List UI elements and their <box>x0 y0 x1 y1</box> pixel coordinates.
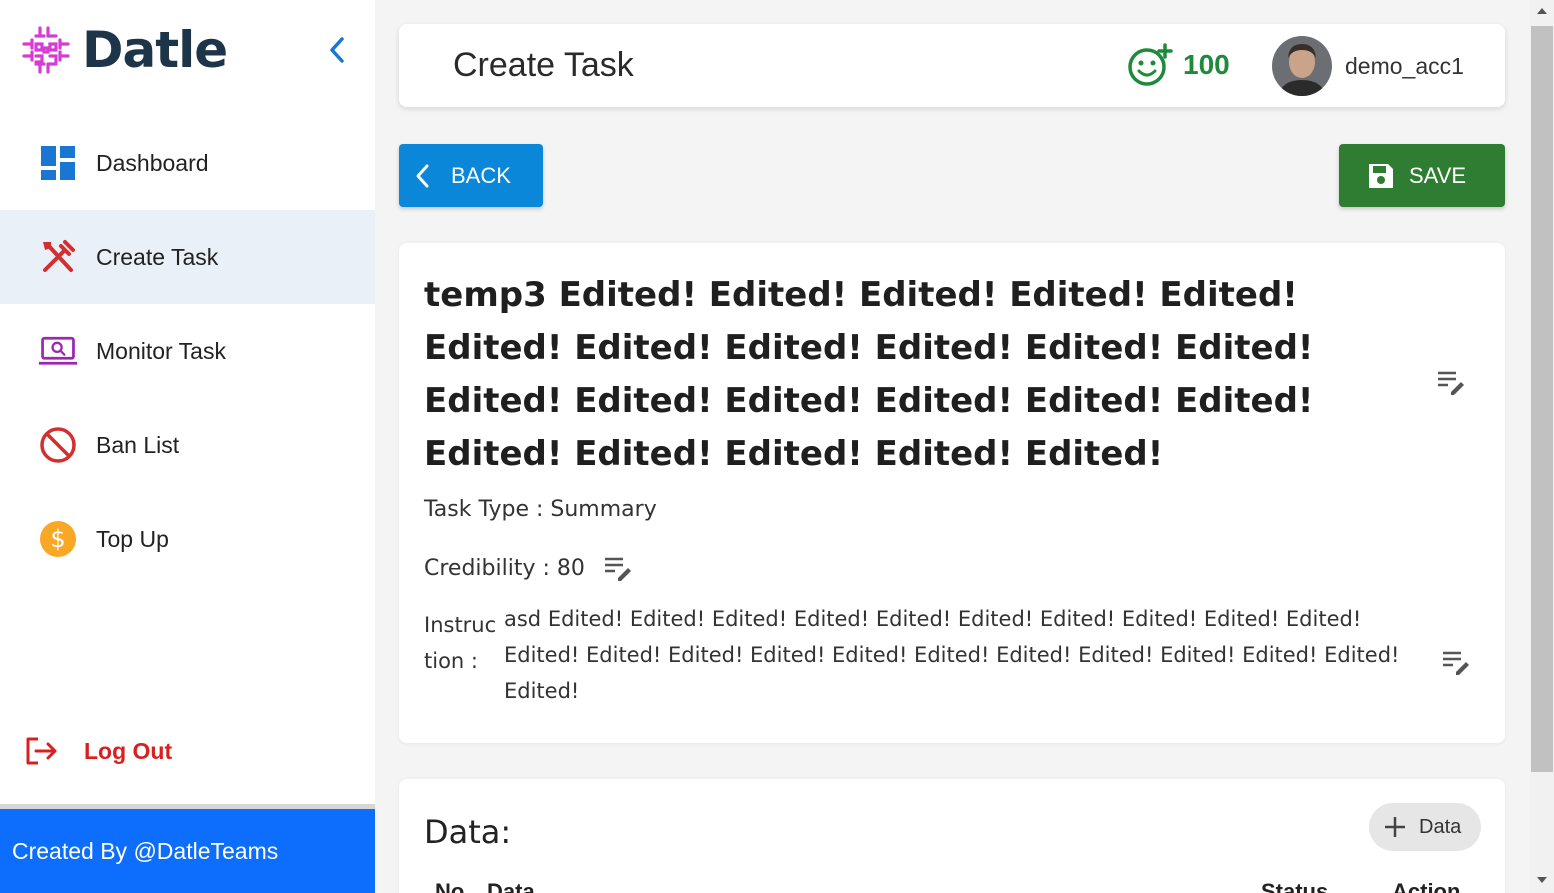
collapse-sidebar-button[interactable] <box>322 32 352 68</box>
logo-text: Datle <box>82 21 228 79</box>
floppy-disk-icon <box>1369 163 1393 188</box>
data-section-title: Data: <box>424 813 512 851</box>
credibility-row: Credibility : 80 <box>424 551 635 585</box>
chevron-left-icon <box>330 37 344 63</box>
avatar[interactable] <box>1272 36 1332 96</box>
sidebar-item-create-task[interactable]: Create Task <box>0 210 375 304</box>
credit-counter: 100 <box>1127 42 1230 88</box>
tools-icon <box>38 237 78 277</box>
back-label: BACK <box>451 162 511 188</box>
column-header-no: No <box>435 879 465 893</box>
scroll-thumb[interactable] <box>1531 26 1553 772</box>
instruction-label: Instruction : <box>424 607 504 679</box>
sidebar-nav: Dashboard Create Task Monitor Task Ban L… <box>0 116 375 586</box>
monitor-icon <box>38 331 78 371</box>
chevron-left-icon <box>416 164 429 187</box>
add-data-label: Data <box>1419 815 1462 838</box>
page-scrollbar[interactable] <box>1530 0 1554 893</box>
credit-value: 100 <box>1183 49 1230 80</box>
save-button[interactable]: SAVE <box>1339 144 1505 207</box>
svg-text:$: $ <box>50 525 65 553</box>
edit-instruction-icon[interactable] <box>1439 645 1473 679</box>
logout-label: Log Out <box>84 737 173 764</box>
sidebar-item-label: Dashboard <box>96 149 209 176</box>
dashboard-icon <box>38 143 78 183</box>
instruction-label-text: Instruction : <box>424 613 497 673</box>
user-avatar-image <box>1272 36 1332 96</box>
scroll-up-arrow-icon[interactable] <box>1537 8 1547 14</box>
sidebar-item-label: Monitor Task <box>96 337 226 364</box>
instruction-text: asd Edited! Edited! Edited! Edited! Edit… <box>504 607 1400 703</box>
sidebar-item-label: Top Up <box>96 525 169 552</box>
sidebar-item-label: Create Task <box>96 243 219 270</box>
sidebar-item-ban-list[interactable]: Ban List <box>0 398 375 492</box>
data-section-card: Data: Data No Data Status Action <box>399 779 1505 893</box>
column-header-data: Data <box>487 879 535 893</box>
save-label: SAVE <box>1409 162 1467 188</box>
ban-icon <box>38 425 78 465</box>
app-logo[interactable]: Datle <box>18 20 228 80</box>
plus-icon <box>1385 817 1405 837</box>
scroll-down-arrow-icon[interactable] <box>1537 877 1547 883</box>
task-type: Task Type : Summary <box>424 497 657 522</box>
logout-icon <box>26 737 57 765</box>
footer-text: Created By @DatleTeams <box>12 837 279 864</box>
sidebar-item-monitor-task[interactable]: Monitor Task <box>0 304 375 398</box>
sidebar: Datle Dashboard Create Task Monitor Task… <box>0 0 375 893</box>
task-detail-card: temp3 Edited! Edited! Edited! Edited! Ed… <box>399 243 1505 743</box>
sidebar-item-top-up[interactable]: $ Top Up <box>0 492 375 586</box>
logout-button[interactable]: Log Out <box>24 736 172 766</box>
edit-title-icon[interactable] <box>1434 365 1468 399</box>
task-title: temp3 Edited! Edited! Edited! Edited! Ed… <box>424 275 1314 474</box>
page-title: Create Task <box>453 46 634 84</box>
dollar-icon: $ <box>38 519 78 559</box>
edit-credibility-icon[interactable] <box>601 551 635 585</box>
column-header-status: Status <box>1261 879 1329 893</box>
add-data-button[interactable]: Data <box>1369 803 1481 851</box>
sidebar-footer: Created By @DatleTeams <box>0 809 375 893</box>
sidebar-item-label: Ban List <box>96 431 180 458</box>
smiley-plus-icon <box>1128 43 1173 86</box>
back-button[interactable]: BACK <box>399 144 543 207</box>
sidebar-item-dashboard[interactable]: Dashboard <box>0 116 375 210</box>
credibility-value: Credibility : 80 <box>424 555 585 581</box>
column-header-action: Action <box>1392 879 1461 893</box>
logo-icon <box>22 26 70 74</box>
top-header: Create Task 100 demo_acc1 <box>399 24 1505 107</box>
username[interactable]: demo_acc1 <box>1345 53 1464 80</box>
